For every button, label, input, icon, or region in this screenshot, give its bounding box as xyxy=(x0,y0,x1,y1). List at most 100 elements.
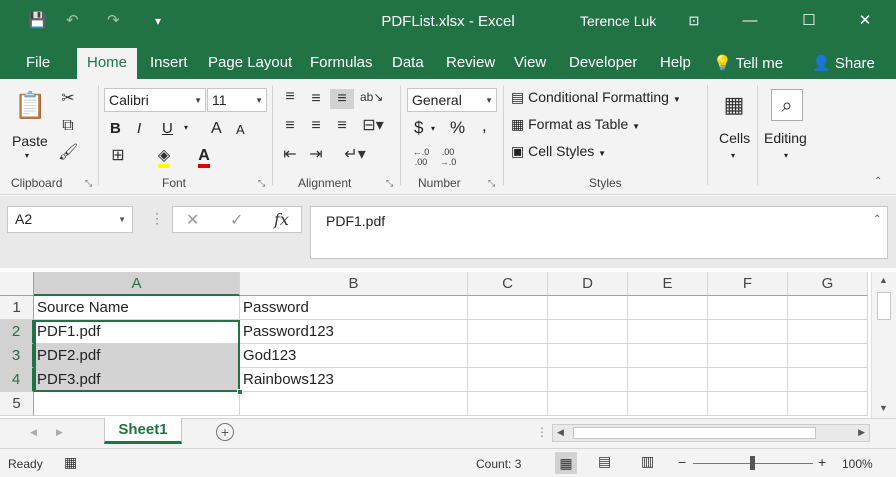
cell-b1[interactable]: Password xyxy=(240,296,468,320)
minimize-button[interactable]: — xyxy=(735,9,765,33)
cell-b4[interactable]: Rainbows123 xyxy=(240,368,468,392)
ribbon-display-options-icon[interactable]: ⊡ xyxy=(679,9,709,33)
wrap-text-icon[interactable]: ↵▾ xyxy=(340,145,370,165)
normal-view-icon[interactable]: ▦ xyxy=(555,452,577,474)
tab-formulas[interactable]: Formulas xyxy=(310,54,373,71)
zoom-out-button[interactable]: − xyxy=(678,454,686,470)
cell-d1[interactable] xyxy=(548,296,628,320)
align-bottom-icon[interactable]: ≡ xyxy=(330,89,354,109)
cell-c1[interactable] xyxy=(468,296,548,320)
row-header-2[interactable]: 2 xyxy=(0,320,34,344)
cell-f5[interactable] xyxy=(708,392,788,416)
tab-review[interactable]: Review xyxy=(446,54,495,71)
alignment-launcher-icon[interactable]: ⤡ xyxy=(386,178,393,189)
underline-button[interactable]: U xyxy=(162,120,173,137)
tab-home[interactable]: Home xyxy=(77,48,138,79)
macro-record-icon[interactable]: ▦ xyxy=(64,454,77,471)
tab-split-grip-icon[interactable]: ⋮ xyxy=(536,425,548,439)
conditional-formatting-button[interactable]: ▤ Conditional Formatting ▼ xyxy=(511,89,681,106)
font-color-icon[interactable]: A xyxy=(193,146,215,168)
clipboard-launcher-icon[interactable]: ⤡ xyxy=(85,178,92,189)
tab-developer[interactable]: Developer xyxy=(569,54,637,71)
cell-b5[interactable] xyxy=(240,392,468,416)
comma-button[interactable]: , xyxy=(482,116,487,136)
italic-button[interactable]: I xyxy=(137,120,141,137)
close-button[interactable]: ✕ xyxy=(850,9,880,33)
column-header-f[interactable]: F xyxy=(708,272,788,296)
align-top-icon[interactable]: ≡ xyxy=(280,87,300,107)
cell-e1[interactable] xyxy=(628,296,708,320)
formula-input[interactable]: PDF1.pdf xyxy=(310,206,888,259)
scroll-up-icon[interactable]: ▲ xyxy=(879,275,888,285)
cell-a1[interactable]: Source Name xyxy=(34,296,240,320)
cell-c2[interactable] xyxy=(468,320,548,344)
paste-icon[interactable]: 📋 xyxy=(14,87,46,123)
format-as-table-button[interactable]: ▦ Format as Table ▼ xyxy=(511,116,640,133)
merge-center-icon[interactable]: ⊟▾ xyxy=(358,116,388,136)
currency-dropdown-icon[interactable]: ▾ xyxy=(431,124,435,133)
name-box[interactable]: A2 ▼ xyxy=(7,206,133,233)
row-header-4[interactable]: 4 xyxy=(0,368,34,392)
orientation-icon[interactable]: ab↘ xyxy=(360,87,383,107)
cell-f3[interactable] xyxy=(708,344,788,368)
cell-e3[interactable] xyxy=(628,344,708,368)
cell-b3[interactable]: God123 xyxy=(240,344,468,368)
column-header-g[interactable]: G xyxy=(788,272,868,296)
number-format-combo[interactable]: General ▼ xyxy=(407,88,497,112)
column-header-b[interactable]: B xyxy=(240,272,468,296)
align-left-icon[interactable]: ≡ xyxy=(280,116,300,136)
cell-e4[interactable] xyxy=(628,368,708,392)
scroll-down-icon[interactable]: ▼ xyxy=(879,403,888,413)
cell-e5[interactable] xyxy=(628,392,708,416)
paste-dropdown-icon[interactable]: ▾ xyxy=(25,151,29,160)
editing-button[interactable]: Editing xyxy=(764,130,807,146)
fill-handle[interactable] xyxy=(237,389,243,395)
tab-insert[interactable]: Insert xyxy=(150,54,188,71)
insert-function-icon[interactable]: fx xyxy=(274,210,289,229)
zoom-in-button[interactable]: + xyxy=(818,454,826,470)
increase-indent-icon[interactable]: ⇥ xyxy=(306,145,326,165)
share-button[interactable]: 👤 Share xyxy=(812,54,875,72)
scroll-right-icon[interactable]: ▶ xyxy=(858,427,865,438)
cell-g3[interactable] xyxy=(788,344,868,368)
cell-c3[interactable] xyxy=(468,344,548,368)
scroll-left-icon[interactable]: ◀ xyxy=(557,427,564,438)
row-header-3[interactable]: 3 xyxy=(0,344,34,368)
cell-g2[interactable] xyxy=(788,320,868,344)
currency-button[interactable]: $ xyxy=(414,118,423,138)
vertical-scrollbar[interactable]: ▲ ▼ xyxy=(871,272,896,420)
font-launcher-icon[interactable]: ⤡ xyxy=(258,178,265,189)
shrink-font-button[interactable]: A xyxy=(236,122,245,137)
format-painter-icon[interactable]: 🖌 xyxy=(58,143,78,163)
zoom-level[interactable]: 100% xyxy=(842,457,873,471)
maximize-button[interactable]: ☐ xyxy=(794,9,824,33)
next-sheet-icon[interactable]: ▶ xyxy=(56,427,63,438)
number-launcher-icon[interactable]: ⤡ xyxy=(488,178,495,189)
expand-formula-bar-icon[interactable]: ⌃ xyxy=(873,214,881,225)
cell-b2[interactable]: Password123 xyxy=(240,320,468,344)
align-middle-icon[interactable]: ≡ xyxy=(306,89,326,109)
cell-f4[interactable] xyxy=(708,368,788,392)
cell-f1[interactable] xyxy=(708,296,788,320)
cells-button[interactable]: Cells xyxy=(719,130,750,146)
horizontal-scroll-thumb[interactable] xyxy=(573,427,816,439)
percent-button[interactable]: % xyxy=(450,118,465,138)
cell-d4[interactable] xyxy=(548,368,628,392)
editing-dropdown-icon[interactable]: ▾ xyxy=(784,151,788,160)
select-all-button[interactable] xyxy=(0,272,34,296)
page-layout-view-icon[interactable]: ▤ xyxy=(598,453,611,470)
column-header-d[interactable]: D xyxy=(548,272,628,296)
tab-view[interactable]: View xyxy=(514,54,546,71)
column-header-e[interactable]: E xyxy=(628,272,708,296)
copy-icon[interactable]: ⧉ xyxy=(58,116,78,136)
tab-page-layout[interactable]: Page Layout xyxy=(208,54,292,71)
cell-d2[interactable] xyxy=(548,320,628,344)
increase-decimal-icon[interactable]: ←.0.00 xyxy=(410,147,432,167)
add-sheet-button[interactable]: + xyxy=(216,423,234,441)
vertical-scroll-thumb[interactable] xyxy=(877,292,891,320)
cell-f2[interactable] xyxy=(708,320,788,344)
cell-g5[interactable] xyxy=(788,392,868,416)
collapse-ribbon-icon[interactable]: ⌃ xyxy=(874,176,882,187)
cell-e2[interactable] xyxy=(628,320,708,344)
tab-help[interactable]: Help xyxy=(660,54,691,71)
